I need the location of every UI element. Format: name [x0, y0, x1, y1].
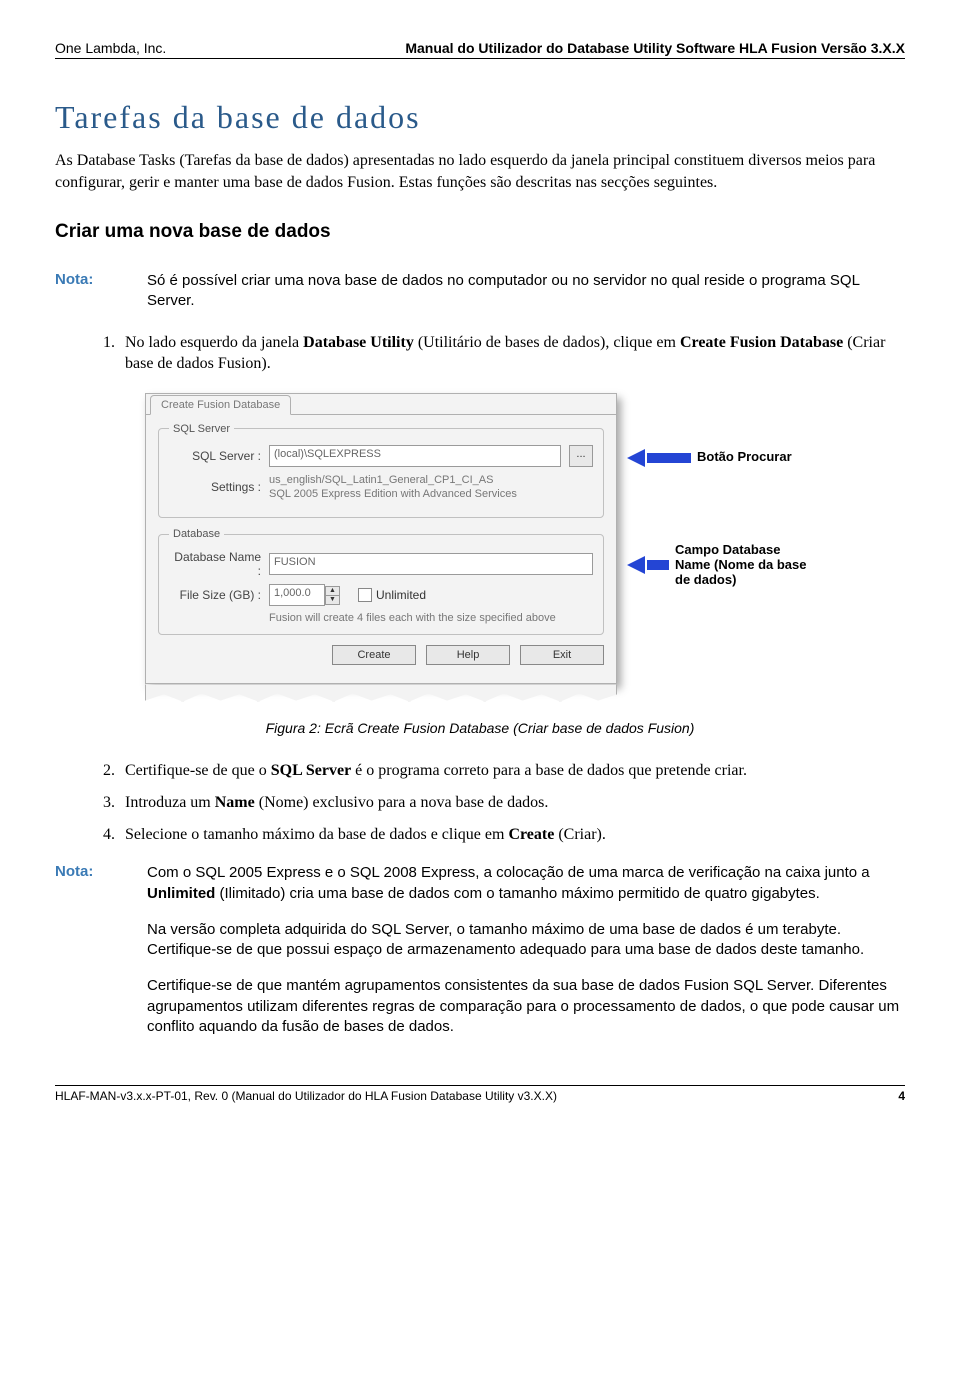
create-fusion-database-dialog: Create Fusion Database SQL Server SQL Se… — [145, 393, 617, 685]
footer-page-number: 4 — [898, 1089, 905, 1103]
settings-label: Settings : — [169, 480, 261, 494]
step-3: Introduza um Name (Nome) exclusivo para … — [119, 792, 905, 814]
note-body: Com o SQL 2005 Express e o SQL 2008 Expr… — [147, 863, 905, 1053]
exit-button[interactable]: Exit — [520, 645, 604, 665]
step-4: Selecione o tamanho máximo da base de da… — [119, 824, 905, 846]
header-company: One Lambda, Inc. — [55, 40, 166, 56]
dialog-tab[interactable]: Create Fusion Database — [150, 395, 291, 415]
figure-2: Create Fusion Database SQL Server SQL Se… — [145, 393, 815, 703]
page-title: Tarefas da base de dados — [55, 99, 905, 136]
step-2: Certifique-se de que o SQL Server é o pr… — [119, 760, 905, 782]
database-fieldset: Database Database Name : FUSION File Siz… — [158, 528, 604, 635]
arrow-icon — [627, 556, 645, 574]
footer-left: HLAF-MAN-v3.x.x-PT-01, Rev. 0 (Manual do… — [55, 1089, 557, 1103]
sql-server-input[interactable]: (local)\SQLEXPRESS — [269, 445, 561, 467]
unlimited-label: Unlimited — [376, 588, 426, 602]
callout-browse: Botão Procurar — [627, 449, 792, 467]
note-block-2: Nota: Com o SQL 2005 Express e o SQL 200… — [55, 863, 905, 1053]
callout-dbname-text: Campo Database Name (Nome da base de dad… — [675, 543, 815, 588]
browse-button[interactable]: ... — [569, 445, 593, 467]
page-header: One Lambda, Inc. Manual do Utilizador do… — [55, 40, 905, 59]
page-footer: HLAF-MAN-v3.x.x-PT-01, Rev. 0 (Manual do… — [55, 1085, 905, 1103]
note-block-1: Nota: Só é possível criar uma nova base … — [55, 271, 905, 312]
note-label: Nota: — [55, 271, 99, 312]
header-title: Manual do Utilizador do Database Utility… — [405, 40, 905, 56]
database-name-label: Database Name : — [169, 550, 261, 578]
database-legend: Database — [169, 528, 224, 540]
callout-browse-text: Botão Procurar — [697, 450, 792, 465]
note-label: Nota: — [55, 863, 99, 1053]
arrow-icon — [627, 449, 645, 467]
figure-caption: Figura 2: Ecrã Create Fusion Database (C… — [55, 720, 905, 736]
unlimited-checkbox[interactable] — [358, 588, 372, 602]
intro-paragraph: As Database Tasks (Tarefas da base de da… — [55, 150, 905, 193]
file-size-spinner[interactable]: 1,000.0 ▲ ▼ — [269, 584, 340, 606]
spin-down-icon[interactable]: ▼ — [326, 596, 339, 604]
file-size-input[interactable]: 1,000.0 — [269, 584, 325, 606]
sql-server-legend: SQL Server — [169, 423, 234, 435]
torn-edge — [145, 684, 617, 702]
database-name-input[interactable]: FUSION — [269, 553, 593, 575]
sql-server-label: SQL Server : — [169, 449, 261, 463]
help-button[interactable]: Help — [426, 645, 510, 665]
settings-value: us_english/SQL_Latin1_General_CP1_CI_AS … — [269, 473, 593, 502]
note-body: Só é possível criar uma nova base de dad… — [147, 271, 905, 312]
spin-up-icon[interactable]: ▲ — [326, 587, 339, 596]
sql-server-fieldset: SQL Server SQL Server : (local)\SQLEXPRE… — [158, 423, 604, 519]
create-button[interactable]: Create — [332, 645, 416, 665]
callout-dbname: Campo Database Name (Nome da base de dad… — [627, 543, 815, 588]
file-size-label: File Size (GB) : — [169, 588, 261, 602]
file-size-note: Fusion will create 4 files each with the… — [269, 612, 593, 624]
section-heading: Criar uma nova base de dados — [55, 221, 905, 243]
step-1: No lado esquerdo da janela Database Util… — [119, 332, 905, 375]
